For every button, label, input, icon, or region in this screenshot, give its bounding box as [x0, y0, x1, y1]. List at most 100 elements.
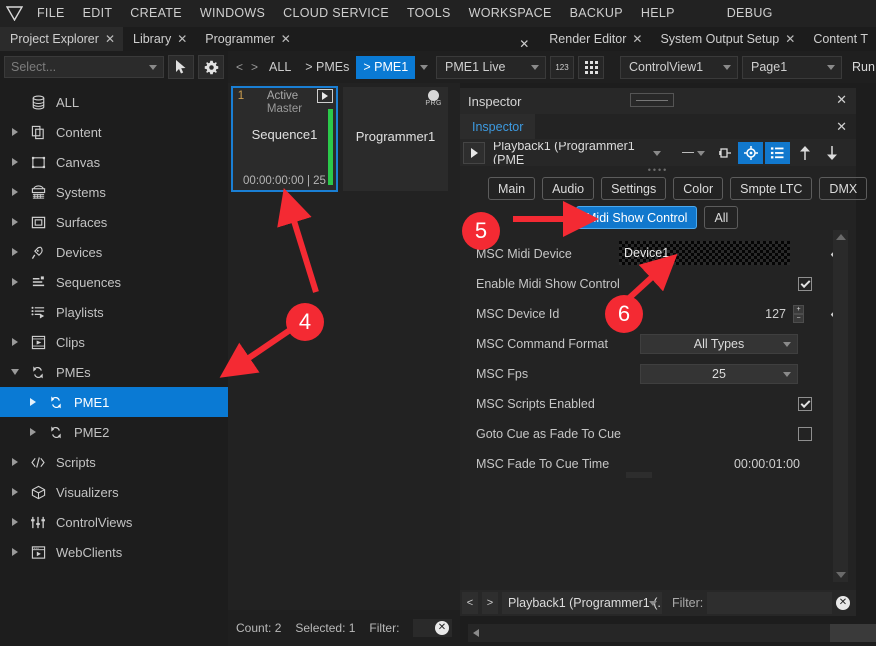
msc-fps-dropdown[interactable]: 25 — [640, 364, 798, 384]
breadcrumb-prev-button[interactable]: < — [232, 60, 247, 74]
clear-icon[interactable]: ✕ — [836, 596, 850, 610]
tree-item-devices[interactable]: Devices — [0, 237, 228, 267]
breadcrumb-pmes[interactable]: > PMEs — [298, 56, 356, 79]
play-icon[interactable] — [317, 89, 333, 103]
tree-item-playlists[interactable]: Playlists — [0, 297, 228, 327]
breadcrumb-next-button[interactable]: > — [247, 60, 262, 74]
numeric-button[interactable]: 123 — [550, 55, 574, 79]
tab-all[interactable]: All — [704, 206, 739, 229]
scroll-down-icon[interactable] — [836, 572, 846, 578]
splitter-handle[interactable]: •••• — [460, 165, 856, 175]
tree-item-systems[interactable]: Systems — [0, 177, 228, 207]
move-down-button[interactable] — [819, 141, 844, 164]
tree-item-pme1[interactable]: PME1 — [0, 387, 228, 417]
expander-icon[interactable] — [8, 488, 22, 496]
menu-backup[interactable]: BACKUP — [561, 0, 632, 27]
object-selector-dropdown[interactable]: Playback1 (Programmer1 (PME — [487, 141, 665, 164]
expander-icon[interactable] — [8, 548, 22, 556]
clear-icon[interactable]: ✕ — [435, 621, 449, 635]
menu-edit[interactable]: EDIT — [74, 0, 122, 27]
tab-render-editor[interactable]: Render Editor ✕ — [539, 27, 650, 51]
inspector-scrollbar[interactable] — [833, 230, 848, 582]
tab-audio[interactable]: Audio — [542, 177, 595, 200]
page-dropdown[interactable]: Page1 — [742, 55, 842, 79]
tab-programmer[interactable]: Programmer ✕ — [195, 27, 299, 51]
tree-item-pmes[interactable]: PMEs — [0, 357, 228, 387]
tab-library[interactable]: Library ✕ — [123, 27, 195, 51]
scroll-left-icon[interactable] — [473, 629, 479, 637]
tree-item-controlviews[interactable]: ControlViews — [0, 507, 228, 537]
expander-icon[interactable] — [8, 278, 22, 286]
list-button[interactable] — [765, 141, 790, 164]
tab-midi-show-control[interactable]: Midi Show Control — [576, 206, 698, 229]
expander-icon[interactable] — [8, 158, 22, 166]
breadcrumb-pme1[interactable]: > PME1 — [356, 55, 416, 79]
scrollbar-thumb[interactable] — [830, 624, 876, 642]
menu-debug[interactable]: DEBUG — [718, 0, 782, 27]
tab-smpte-ltc[interactable]: Smpte LTC — [730, 177, 813, 200]
close-icon[interactable]: ✕ — [836, 93, 847, 107]
tab-content-t[interactable]: Content T — [803, 27, 876, 51]
close-icon[interactable]: ✕ — [105, 33, 115, 45]
window-drag-handle[interactable] — [630, 93, 674, 107]
breadcrumb-all[interactable]: ALL — [262, 56, 298, 79]
footer-filter-input[interactable] — [707, 592, 832, 614]
executor-cell-sequence1[interactable]: 1 Active Master Sequence1 00:00:00:00 | … — [231, 86, 338, 192]
expander-icon[interactable] — [8, 218, 22, 226]
expander-icon[interactable] — [8, 458, 22, 466]
tab-main[interactable]: Main — [488, 177, 536, 200]
filter-input[interactable]: ✕ — [413, 619, 452, 637]
pin-button[interactable] — [711, 141, 736, 164]
chevron-down-icon[interactable] — [420, 64, 428, 70]
settings-button[interactable] — [198, 55, 224, 79]
run-button[interactable]: Run — [842, 60, 875, 74]
executor-cell-programmer1[interactable]: PRG Programmer1 — [343, 87, 448, 191]
tab-color[interactable]: Color — [673, 177, 724, 200]
tree-item-visualizers[interactable]: Visualizers — [0, 477, 228, 507]
close-icon[interactable]: ✕ — [281, 33, 291, 45]
expander-icon[interactable] — [8, 518, 22, 526]
menu-windows[interactable]: WINDOWS — [191, 0, 274, 27]
expander-icon[interactable] — [26, 428, 40, 436]
tab-inspector[interactable]: Inspector — [460, 114, 536, 139]
tab-system-output-setup[interactable]: System Output Setup ✕ — [650, 27, 803, 51]
inspector-resize-handle[interactable] — [626, 472, 652, 478]
msc-fade-to-cue-time-value[interactable]: 00:00:01:00 — [734, 457, 800, 471]
menu-workspace[interactable]: WORKSPACE — [460, 0, 561, 27]
tree-item-scripts[interactable]: Scripts — [0, 447, 228, 477]
expander-icon[interactable] — [8, 128, 22, 136]
footer-object-dropdown[interactable]: Playback1 (Programmer1 (... — [502, 592, 662, 614]
tree-item-clips[interactable]: Clips — [0, 327, 228, 357]
close-icon[interactable]: ✕ — [177, 33, 187, 45]
move-up-button[interactable] — [792, 141, 817, 164]
msc-scripts-enabled-checkbox[interactable] — [798, 397, 812, 411]
close-icon[interactable]: ✕ — [632, 33, 642, 45]
menu-tools[interactable]: TOOLS — [398, 0, 460, 27]
controlview-dropdown[interactable]: ControlView1 — [620, 55, 738, 79]
expander-icon[interactable] — [8, 338, 22, 346]
expander-icon[interactable] — [8, 369, 22, 375]
secondary-dropdown[interactable] — [667, 141, 709, 164]
goto-cue-as-fade-to-cue-checkbox[interactable] — [798, 427, 812, 441]
live-mode-dropdown[interactable]: PME1 Live — [436, 55, 546, 79]
scroll-up-icon[interactable] — [836, 234, 846, 240]
msc-device-id-value[interactable]: 127 — [765, 307, 786, 321]
executor-level-bar[interactable] — [328, 109, 333, 185]
panel-close-icon[interactable]: ✕ — [509, 37, 539, 51]
tree-item-pme2[interactable]: PME2 — [0, 417, 228, 447]
msc-device-id-stepper[interactable]: + − — [793, 305, 804, 323]
tree-item-sequences[interactable]: Sequences — [0, 267, 228, 297]
menu-file[interactable]: FILE — [28, 0, 74, 27]
tree-item-surfaces[interactable]: Surfaces — [0, 207, 228, 237]
tab-dmx[interactable]: DMX — [819, 177, 868, 200]
footer-prev-button[interactable]: < — [462, 592, 478, 614]
msc-command-format-dropdown[interactable]: All Types — [640, 334, 798, 354]
tab-project-explorer[interactable]: Project Explorer ✕ — [0, 27, 123, 51]
close-icon[interactable]: ✕ — [836, 119, 847, 135]
enable-midi-show-control-checkbox[interactable] — [798, 277, 812, 291]
play-button[interactable] — [463, 141, 485, 164]
target-button[interactable] — [738, 141, 763, 164]
grid-view-button[interactable] — [578, 55, 604, 79]
msc-midi-device-input[interactable]: Device1 — [619, 241, 790, 265]
menu-cloud-service[interactable]: CLOUD SERVICE — [274, 0, 398, 27]
